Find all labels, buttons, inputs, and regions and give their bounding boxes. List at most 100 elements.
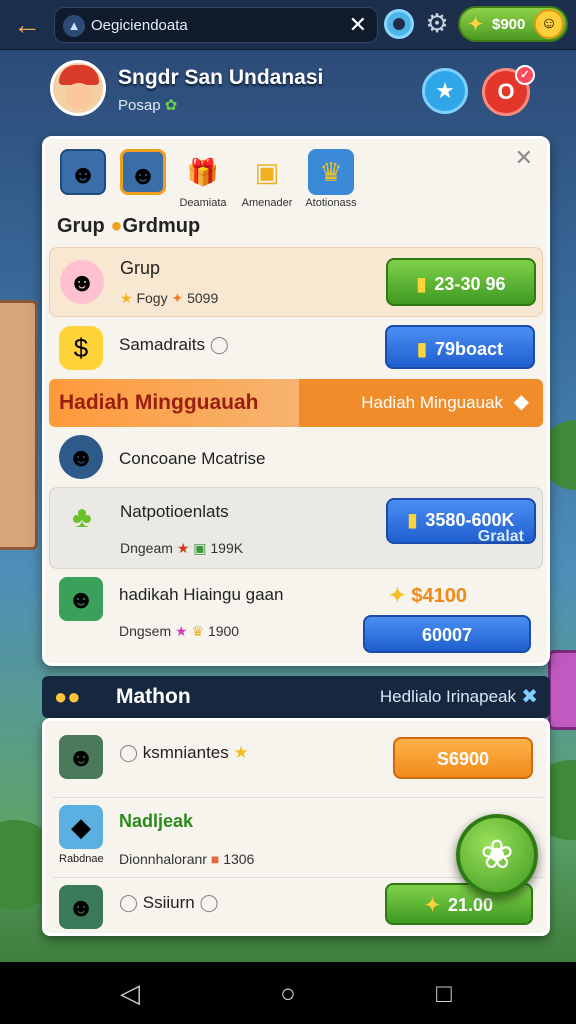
weekly-reward-banner[interactable]: Hadiah Mingguauah Hadiah Minguauak ◆ (49, 379, 543, 427)
leaf-action-button[interactable]: ❀ (456, 814, 538, 896)
coin-balance[interactable]: ✦ $900 ☺ (458, 6, 568, 42)
list-item[interactable]: ☻ ◯ Ssiiurn ◯ ✦ 21.00 (49, 881, 543, 935)
row-sub-b: 5099 (187, 290, 219, 306)
clover-icon: ♣ (72, 501, 92, 534)
avatar[interactable] (50, 60, 106, 116)
star-icon: ★ (233, 743, 249, 762)
notification-button[interactable]: O ✓ (482, 65, 535, 116)
star-button[interactable]: ★ (422, 68, 468, 114)
claim-button-label: 23-30 96 (434, 274, 506, 294)
claim-button[interactable]: S6900 (393, 737, 533, 779)
person-icon: ☻ (59, 435, 103, 479)
back-nav-icon[interactable]: ◁ (110, 978, 150, 1008)
back-arrow-icon[interactable]: ← (10, 8, 44, 42)
share-icon[interactable]: ✖ (521, 684, 538, 709)
hat-icon (59, 65, 99, 85)
row-title: Nadljeak (119, 811, 194, 831)
profile-subtitle: Posap ✿ (118, 96, 177, 114)
tab-label: Amenader (241, 197, 293, 209)
claim-button-sublabel: Gralat (477, 528, 524, 545)
coin-icon: ●● (54, 684, 81, 709)
row-subtitle: Dngsem ★ ♛ 1900 (119, 623, 239, 640)
building-decoration (548, 650, 576, 730)
search-bar[interactable]: ▲ Oegiciendoata ✕ (54, 7, 378, 43)
banner-title: Hadiah Mingguauah (59, 391, 259, 414)
home-nav-icon[interactable]: ○ (268, 978, 308, 1008)
shirt-icon: ■ (210, 851, 220, 867)
search-text: Oegiciendoata (91, 17, 188, 34)
claim-button-label: 79boact (434, 339, 503, 359)
check-icon: ◯ (199, 893, 219, 912)
row-sub-b: 1306 (223, 851, 255, 867)
divider (53, 797, 543, 798)
tab-amenader[interactable]: ▣ Amenader (241, 149, 293, 209)
claim-button[interactable]: ▮ 23-30 96 (386, 258, 536, 306)
star-icon: ★ (175, 623, 188, 639)
check-icon: ◯ (209, 335, 229, 354)
missions-header: ●● Mathon Hedlialo Irinapeak ✖ (42, 676, 550, 718)
coin-icon: ● (110, 215, 123, 237)
gear-icon[interactable]: ⚙ (424, 8, 450, 38)
crown-icon: ♛ (191, 623, 205, 639)
person-icon: ☻ (120, 149, 166, 195)
tab-avatar-1[interactable]: ☻ (57, 149, 109, 195)
row-subtitle: ★ Fogy ✦ 5099 (120, 290, 218, 307)
notification-badge: ✓ (515, 65, 535, 85)
row-sub-a: Fogy (136, 290, 168, 306)
claim-button-label: S6900 (436, 749, 490, 769)
list-item[interactable]: ☻ Concoane Mcatrise (49, 431, 543, 485)
row-sub-b: 1900 (207, 623, 240, 639)
profile-name: Sngdr San Undanasi (118, 66, 324, 89)
person-icon: ☻ (59, 577, 103, 621)
close-icon[interactable]: ✕ (349, 12, 367, 38)
leaf-icon: ✿ (164, 97, 178, 114)
list-item[interactable]: ☻ hadikah Hiaingu gaan Dngsem ★ ♛ 1900 ✦… (49, 573, 543, 663)
price-value: $4100 (411, 585, 467, 607)
row-subtitle: Dngeam ★ ▣ 199K (120, 540, 243, 557)
star-icon: ★ (120, 290, 133, 306)
gold-icon: ✦ (424, 895, 441, 915)
list-item[interactable]: ☻ ◯ ksmniantes ★ S6900 (49, 725, 543, 797)
missions-title: Mathon (116, 685, 191, 708)
tab-deamiata[interactable]: 🎁 Deamiata (177, 149, 229, 209)
bag-icon: ▣ (254, 157, 280, 187)
money-bag-icon: $ (59, 326, 103, 370)
claim-button[interactable]: ▮ 79boact (385, 325, 535, 369)
gold-icon: ✦ (389, 585, 406, 607)
face-icon (65, 83, 93, 109)
claim-button-label: 3580-600K (425, 510, 515, 530)
missions-link[interactable]: Hedlialo Irinapeak (380, 687, 516, 707)
app-icon: ▲ (63, 15, 85, 37)
section-title-text-2: Grdmup (122, 215, 201, 237)
system-nav-bar: ◁ ○ □ (0, 962, 576, 1024)
gold-bar-icon: ▮ (417, 339, 427, 359)
claim-button-label: 21.00 (448, 895, 494, 915)
row-title: Samadraits ◯ (119, 335, 229, 355)
person-icon: ☻ (59, 885, 103, 929)
tab-avatar-2[interactable]: ☻ (117, 149, 169, 195)
star-icon: ★ (176, 540, 190, 556)
smiley-coin-icon: ☺ (534, 9, 564, 39)
ring-icon[interactable] (384, 9, 414, 39)
row-sub-a: Dngeam (120, 540, 173, 556)
gem-icon: ◆ (59, 805, 103, 849)
buy-button[interactable]: 60007 (363, 615, 531, 653)
recents-nav-icon[interactable]: □ (424, 978, 464, 1008)
list-item[interactable]: ☻ Grup ★ Fogy ✦ 5099 ▮ 23-30 96 (49, 247, 543, 317)
top-bar: ← ▲ Oegiciendoata ✕ ⚙ ✦ $900 ☺ (0, 0, 576, 50)
coin-value: $900 (492, 16, 526, 33)
list-item[interactable]: $ Samadraits ◯ ▮ 79boact (49, 321, 543, 375)
star-icon: ✦ (171, 290, 184, 306)
list-item[interactable]: ♣ Natpotioenlats Dngeam ★ ▣ 199K ▮ 3580-6… (49, 487, 543, 569)
buy-button-label: 60007 (421, 625, 473, 645)
row-title: Natpotioenlats (120, 502, 229, 521)
person-icon: ☻ (60, 149, 106, 195)
close-icon[interactable]: ✕ (515, 145, 533, 171)
gift-icon: 🎁 (186, 157, 220, 187)
row-sub-b: 199K (210, 540, 244, 556)
tab-atotionass[interactable]: ♛ Atotionass (305, 149, 357, 209)
tab-label: Deamiata (179, 197, 227, 209)
claim-button[interactable]: ▮ 3580-600K Gralat (386, 498, 536, 545)
ticket-icon: ◆ (513, 391, 529, 413)
check-icon: ◯ (119, 893, 139, 912)
